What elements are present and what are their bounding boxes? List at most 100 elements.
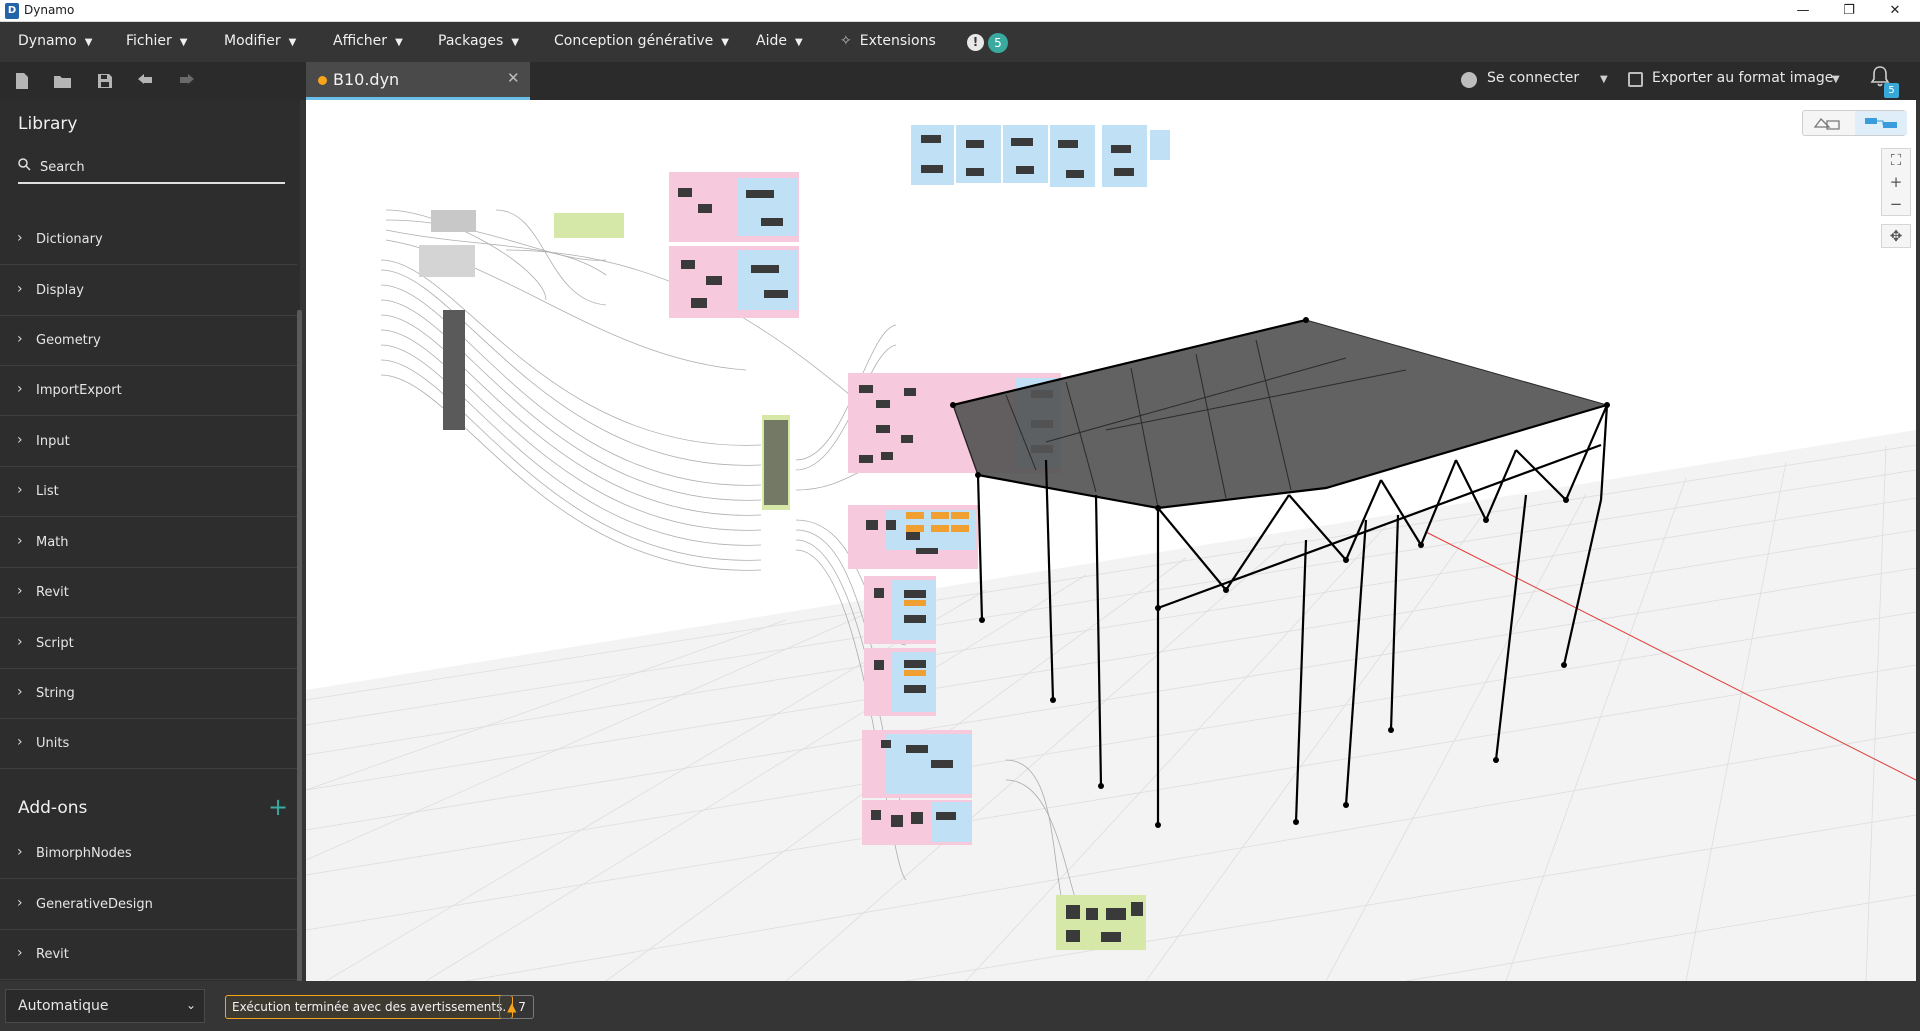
graph-view-button[interactable] bbox=[1855, 111, 1907, 135]
chevron-right-icon: › bbox=[17, 895, 23, 911]
library-item-input[interactable]: › Input bbox=[0, 417, 297, 467]
library-item-importexport[interactable]: › ImportExport bbox=[0, 366, 297, 416]
extensions-icon: ✧ bbox=[840, 33, 852, 49]
caret-down-icon[interactable]: ▼ bbox=[1832, 74, 1840, 85]
menu-conception-generative[interactable]: Conception générative ▼ bbox=[554, 33, 729, 49]
warning-count-badge[interactable]: ▲ 7 bbox=[499, 995, 534, 1019]
library-item-label: Input bbox=[36, 434, 70, 449]
library-item-label: ImportExport bbox=[36, 383, 122, 398]
library-item-geometry[interactable]: › Geometry bbox=[0, 316, 297, 366]
chevron-right-icon: › bbox=[17, 634, 23, 650]
library-item-label: Math bbox=[36, 535, 69, 550]
menu-fichier[interactable]: Fichier ▼ bbox=[126, 33, 187, 49]
signin-button[interactable]: Se connecter bbox=[1487, 70, 1579, 86]
caret-down-icon: ▼ bbox=[395, 37, 403, 48]
menu-label: Conception générative bbox=[554, 33, 714, 49]
caret-down-icon: ▼ bbox=[288, 37, 297, 48]
execution-status-message: Exécution terminée avec des avertissemen… bbox=[225, 995, 514, 1019]
save-icon[interactable] bbox=[96, 72, 113, 90]
library-item-string[interactable]: › String bbox=[0, 669, 297, 719]
chevron-right-icon: › bbox=[17, 533, 23, 549]
caret-down-icon: ▼ bbox=[179, 37, 188, 48]
library-item-script[interactable]: › Script bbox=[0, 619, 297, 669]
dynamo-app: D Dynamo — ❐ ✕ Dynamo ▼ Fichier ▼ Modifier… bbox=[0, 0, 1920, 1031]
3d-view-button[interactable] bbox=[1803, 111, 1855, 135]
addon-item-generativedesign[interactable]: › GenerativeDesign bbox=[0, 880, 297, 930]
notifications-info-icon[interactable]: ! bbox=[967, 34, 984, 51]
menu-packages[interactable]: Packages ▼ bbox=[438, 33, 519, 49]
canvas-scene bbox=[306, 125, 1916, 981]
chevron-right-icon: › bbox=[17, 230, 23, 246]
caret-down-icon[interactable]: ▼ bbox=[1600, 74, 1608, 85]
chevron-right-icon: › bbox=[17, 331, 23, 347]
library-item-label: Display bbox=[36, 283, 84, 298]
addon-item-label: GenerativeDesign bbox=[36, 897, 153, 912]
close-window-button[interactable]: ✕ bbox=[1872, 0, 1918, 22]
menu-label: Afficher bbox=[333, 33, 388, 49]
zoom-controls: ⛶ + − bbox=[1881, 148, 1911, 216]
run-mode-value: Automatique bbox=[18, 998, 109, 1014]
menu-dynamo[interactable]: Dynamo ▼ bbox=[18, 33, 92, 49]
maximize-button[interactable]: ❐ bbox=[1826, 0, 1872, 22]
library-item-units[interactable]: › Units bbox=[0, 719, 297, 769]
zoom-out-icon[interactable]: − bbox=[1882, 193, 1910, 215]
library-item-label: Units bbox=[36, 736, 70, 751]
zoom-fit-icon[interactable]: ⛶ bbox=[1882, 149, 1910, 171]
menu-bar: Dynamo ▼ Fichier ▼ Modifier ▼ Afficher ▼ Pac… bbox=[0, 22, 1920, 62]
pan-icon[interactable]: ✥ bbox=[1882, 225, 1910, 247]
menu-extensions[interactable]: ✧ Extensions bbox=[840, 33, 936, 49]
close-tab-icon[interactable]: ✕ bbox=[507, 69, 520, 87]
export-image-button[interactable]: Exporter au format image bbox=[1652, 70, 1833, 86]
caret-down-icon: ▼ bbox=[511, 37, 520, 48]
menu-aide[interactable]: Aide ▼ bbox=[756, 33, 803, 49]
background-preview-icon bbox=[1813, 118, 1840, 130]
library-item-math[interactable]: › Math bbox=[0, 518, 297, 568]
new-file-icon[interactable] bbox=[14, 72, 30, 90]
redo-icon[interactable] bbox=[176, 72, 196, 88]
menu-label: Packages bbox=[438, 33, 504, 49]
chevron-right-icon: › bbox=[17, 684, 23, 700]
menu-afficher[interactable]: Afficher ▼ bbox=[333, 33, 403, 49]
library-item-label: Geometry bbox=[36, 333, 101, 348]
menu-label: Dynamo bbox=[18, 33, 77, 49]
library-panel: Library › Dictionary › Display › Geometry ›… bbox=[0, 100, 302, 1031]
addon-item-revit[interactable]: › Revit bbox=[0, 930, 297, 980]
chevron-right-icon: › bbox=[17, 583, 23, 599]
library-item-list[interactable]: › List bbox=[0, 467, 297, 517]
menu-modifier[interactable]: Modifier ▼ bbox=[224, 33, 296, 49]
addon-item-label: Revit bbox=[36, 947, 69, 962]
graph-canvas[interactable]: ⛶ + − ✥ bbox=[306, 100, 1916, 981]
library-item-revit[interactable]: › Revit bbox=[0, 568, 297, 618]
view-mode-toggle[interactable] bbox=[1802, 110, 1907, 136]
export-image-icon[interactable] bbox=[1628, 72, 1643, 87]
tab-b10-dyn[interactable]: B10.dyn ✕ bbox=[306, 62, 530, 100]
graph-view-icon bbox=[1865, 118, 1897, 128]
search-icon bbox=[18, 158, 31, 171]
library-scrollbar[interactable] bbox=[297, 310, 302, 1031]
library-item-display[interactable]: › Display bbox=[0, 266, 297, 316]
open-folder-icon[interactable] bbox=[53, 72, 73, 90]
add-package-icon[interactable]: + bbox=[268, 793, 288, 821]
library-item-label: Script bbox=[36, 636, 74, 651]
run-mode-select[interactable]: Automatique ⌄ bbox=[5, 989, 205, 1023]
library-search[interactable] bbox=[18, 152, 285, 184]
library-item-label: List bbox=[36, 484, 59, 499]
library-item-dictionary[interactable]: › Dictionary bbox=[0, 215, 297, 265]
bell-count-badge: 5 bbox=[1884, 83, 1899, 98]
addon-item-bimorphnodes[interactable]: › BimorphNodes bbox=[0, 829, 297, 879]
status-bar: Automatique ⌄ Exécution terminée avec de… bbox=[0, 981, 1920, 1031]
undo-icon[interactable] bbox=[136, 72, 156, 88]
menu-label: Fichier bbox=[126, 33, 172, 49]
menu-label: Extensions bbox=[859, 33, 936, 49]
chevron-right-icon: › bbox=[17, 734, 23, 750]
zoom-in-icon[interactable]: + bbox=[1882, 171, 1910, 193]
user-avatar-icon[interactable] bbox=[1461, 72, 1477, 88]
unsaved-dot-icon bbox=[318, 76, 327, 85]
menu-label: Modifier bbox=[224, 33, 281, 49]
notifications-count-badge[interactable]: 5 bbox=[988, 33, 1008, 53]
chevron-right-icon: › bbox=[17, 432, 23, 448]
search-input[interactable] bbox=[40, 156, 270, 178]
library-title: Library bbox=[18, 114, 78, 134]
minimize-button[interactable]: — bbox=[1780, 0, 1826, 22]
pan-control: ✥ bbox=[1881, 224, 1911, 248]
